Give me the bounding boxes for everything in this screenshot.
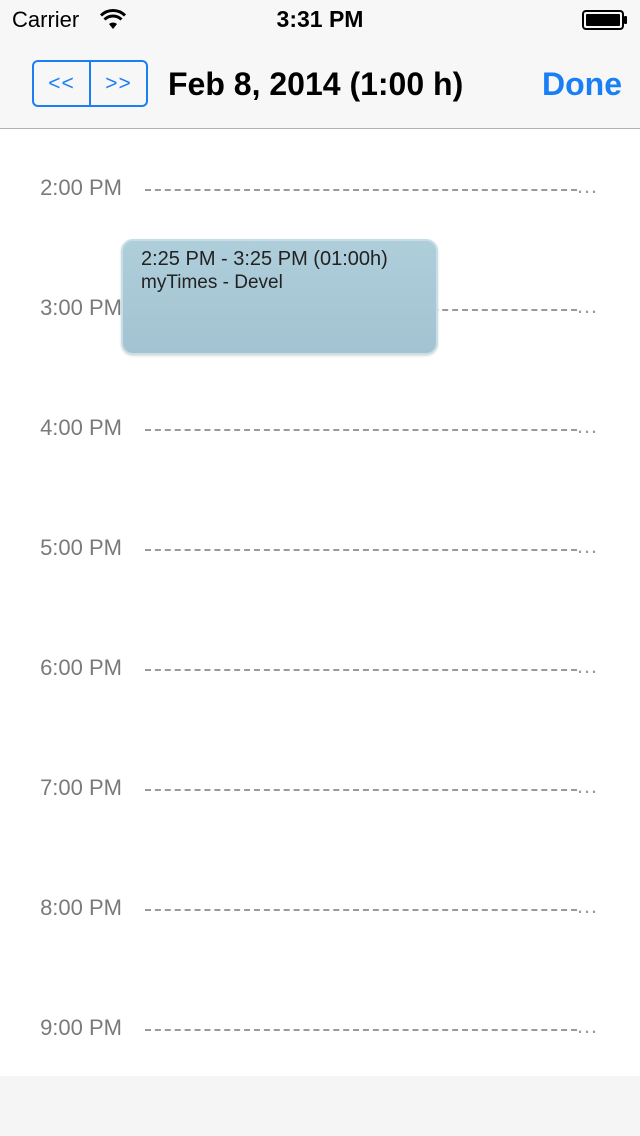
- overflow-ellipsis: …: [576, 1013, 599, 1038]
- hour-row: 2:00 PM …: [0, 169, 640, 209]
- hour-row: 4:00 PM …: [0, 409, 640, 449]
- hour-label: 2:00 PM: [40, 175, 122, 200]
- hour-divider: [145, 1029, 577, 1031]
- overflow-ellipsis: …: [576, 173, 599, 198]
- battery-icon: [582, 10, 627, 30]
- hour-divider: [145, 549, 577, 551]
- overflow-ellipsis: …: [576, 773, 599, 798]
- event-time-range: 2:25 PM - 3:25 PM (01:00h): [141, 248, 388, 270]
- hour-row: 9:00 PM …: [0, 1009, 640, 1049]
- hour-divider: [145, 429, 577, 431]
- hour-divider: [145, 669, 577, 671]
- status-bar: Carrier 3:31 PM: [0, 0, 640, 40]
- done-button[interactable]: Done: [542, 66, 622, 103]
- hour-row: 8:00 PM …: [0, 889, 640, 929]
- navigation-bar: << >> Feb 8, 2014 (1:00 h) Done: [0, 40, 640, 129]
- overflow-ellipsis: …: [576, 293, 599, 318]
- overflow-ellipsis: …: [576, 653, 599, 678]
- bottom-bar: [0, 1076, 640, 1136]
- hour-row: 5:00 PM …: [0, 529, 640, 569]
- hour-label: 5:00 PM: [40, 535, 122, 560]
- hour-label: 8:00 PM: [40, 895, 122, 920]
- time-entry-event[interactable]: 2:25 PM - 3:25 PM (01:00h) myTimes - Dev…: [121, 239, 438, 355]
- hour-row: 6:00 PM …: [0, 649, 640, 689]
- previous-day-button[interactable]: <<: [34, 62, 89, 105]
- hour-label: 7:00 PM: [40, 775, 122, 800]
- overflow-ellipsis: …: [576, 893, 599, 918]
- next-day-button[interactable]: >>: [89, 62, 146, 105]
- hour-label: 6:00 PM: [40, 655, 122, 680]
- hour-label: 9:00 PM: [40, 1015, 122, 1040]
- hour-divider: [145, 789, 577, 791]
- overflow-ellipsis: …: [576, 413, 599, 438]
- day-timeline[interactable]: 2:00 PM … 3:00 PM … 4:00 PM … 5:00 PM … …: [0, 129, 640, 1076]
- status-time: 3:31 PM: [276, 6, 364, 32]
- hour-label: 4:00 PM: [40, 415, 122, 440]
- hour-divider: [145, 909, 577, 911]
- page-title: Feb 8, 2014 (1:00 h): [168, 66, 464, 102]
- hour-divider: [145, 189, 577, 191]
- hour-label: 3:00 PM: [40, 295, 122, 320]
- event-title: myTimes - Devel: [141, 272, 283, 293]
- day-navigation-segmented-control: << >>: [32, 60, 148, 107]
- overflow-ellipsis: …: [576, 533, 599, 558]
- hour-row: 7:00 PM …: [0, 769, 640, 809]
